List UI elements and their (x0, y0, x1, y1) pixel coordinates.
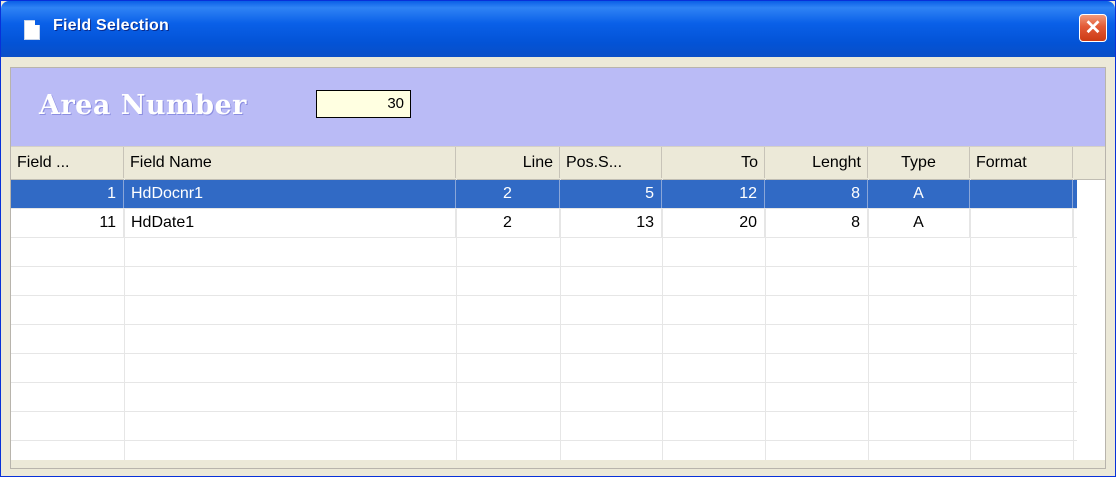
empty-row[interactable] (11, 354, 1077, 383)
empty-row[interactable] (11, 383, 1077, 412)
column-header-filler (1073, 147, 1105, 178)
column-header-field-name[interactable]: Field Name (124, 147, 456, 178)
cell-type: A (868, 180, 970, 208)
cell-length: 8 (765, 209, 868, 237)
column-header-line[interactable]: Line (456, 147, 560, 178)
column-header-length[interactable]: Lenght (765, 147, 868, 178)
cell-field-name: HdDocnr1 (124, 180, 456, 208)
area-number-label: Area Number (39, 90, 247, 121)
grid-header: Field ... Field Name Line Pos.S... To Le… (11, 147, 1105, 180)
empty-row[interactable] (11, 412, 1077, 441)
close-button[interactable]: ✕ (1079, 14, 1107, 42)
cell-to: 20 (662, 209, 765, 237)
document-icon (24, 20, 40, 40)
table-row[interactable]: 1 HdDocnr1 2 5 12 8 A (11, 180, 1077, 209)
fields-grid[interactable]: Field ... Field Name Line Pos.S... To Le… (11, 147, 1105, 460)
dialog-client-area: Area Number 30 Field ... Field Name Line… (10, 67, 1106, 469)
grid-bottom-bar (11, 460, 1105, 468)
close-icon: ✕ (1084, 17, 1102, 39)
cell-type: A (868, 209, 970, 237)
empty-row[interactable] (11, 296, 1077, 325)
column-header-format[interactable]: Format (970, 147, 1073, 178)
cell-to: 12 (662, 180, 765, 208)
cell-field: 11 (11, 209, 124, 237)
cell-line: 2 (456, 180, 560, 208)
cell-line: 2 (456, 209, 560, 237)
area-panel: Area Number 30 (11, 68, 1105, 146)
column-header-pos-start[interactable]: Pos.S... (560, 147, 662, 178)
field-selection-window: Field Selection ✕ Area Number 30 Field .… (0, 0, 1116, 477)
cell-format (970, 209, 1073, 237)
empty-row[interactable] (11, 325, 1077, 354)
area-number-input[interactable]: 30 (316, 90, 411, 118)
empty-row[interactable] (11, 238, 1077, 267)
column-header-field[interactable]: Field ... (11, 147, 124, 178)
window-title: Field Selection (53, 17, 169, 34)
cell-format (970, 180, 1073, 208)
title-bar[interactable]: Field Selection ✕ (1, 1, 1115, 57)
cell-field-name: HdDate1 (124, 209, 456, 237)
column-header-type[interactable]: Type (868, 147, 970, 178)
empty-row[interactable] (11, 441, 1077, 460)
cell-pos-start: 13 (560, 209, 662, 237)
column-header-to[interactable]: To (662, 147, 765, 178)
cell-pos-start: 5 (560, 180, 662, 208)
cell-field: 1 (11, 180, 124, 208)
table-row[interactable]: 11 HdDate1 2 13 20 8 A (11, 209, 1077, 238)
cell-length: 8 (765, 180, 868, 208)
empty-row[interactable] (11, 267, 1077, 296)
